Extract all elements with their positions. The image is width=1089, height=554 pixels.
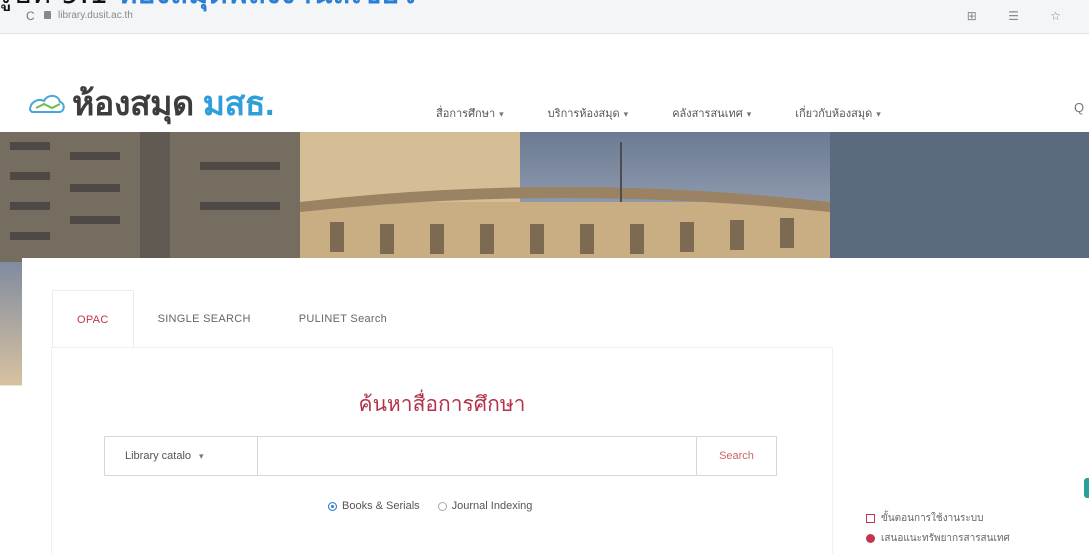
- side-tab-handle[interactable]: [1084, 478, 1089, 498]
- tab-single-search[interactable]: SINGLE SEARCH: [134, 290, 275, 348]
- chevron-down-icon: ▾: [499, 109, 504, 119]
- url-text[interactable]: library.dusit.ac.th: [58, 10, 133, 21]
- main-nav: สื่อการศึกษา ▾ บริการห้องสมุด ▾ คลังสารสนเ…: [436, 104, 925, 122]
- search-icon[interactable]: Q: [1074, 100, 1084, 115]
- building-photo: [0, 132, 1089, 262]
- site-header: ห้องสมุด มสธ. สื่อการศึกษา ▾ บริการห้องสม…: [0, 34, 1089, 132]
- nav-item-repository[interactable]: คลังสารสนเทศ ▾: [672, 104, 751, 122]
- reload-icon[interactable]: C: [26, 9, 35, 23]
- side-links: ขั้นตอนการใช้งานระบบ เสนอแนะทรัพยากรสารส…: [866, 508, 1010, 548]
- search-input[interactable]: [257, 436, 697, 476]
- book-cloud-icon: [28, 94, 65, 113]
- site-logo[interactable]: ห้องสมุด มสธ.: [26, 76, 275, 130]
- panel-title: ค้นหาสื่อการศึกษา: [358, 393, 526, 416]
- search-type-radios: Books & Serials Journal Indexing: [328, 500, 550, 512]
- catalog-select[interactable]: Library catalo ▾: [104, 436, 257, 476]
- nav-item-media[interactable]: สื่อการศึกษา ▾: [436, 104, 504, 122]
- side-link-guide[interactable]: ขั้นตอนการใช้งานระบบ: [866, 508, 1010, 528]
- lock-icon: [44, 11, 51, 19]
- logo-text: ห้องสมุด มสธ.: [72, 85, 275, 123]
- search-row: Library catalo ▾ Search: [104, 436, 777, 476]
- bullet-icon: [866, 533, 875, 543]
- search-tabs: OPAC SINGLE SEARCH PULINET Search: [52, 290, 411, 348]
- chevron-down-icon: ▾: [746, 109, 752, 119]
- nav-item-about[interactable]: เกี่ยวกับห้องสมุด ▾: [795, 104, 881, 122]
- tab-pulinet-search[interactable]: PULINET Search: [275, 290, 411, 348]
- search-button[interactable]: Search: [697, 436, 777, 476]
- chevron-down-icon: ▾: [876, 109, 881, 119]
- figure-caption: รูปที่ 9.1 ห้องสมุดพลังงานสีเขียว: [0, 0, 416, 10]
- document-icon: [866, 513, 875, 523]
- caption-highlight: ห้องสมุดพลังงานสีเขียว: [118, 0, 416, 11]
- browser-toolbar-icons[interactable]: ⊞ ☰ ☆: [967, 9, 1075, 23]
- tab-opac[interactable]: OPAC: [52, 290, 134, 348]
- radio-checked-icon: [328, 501, 337, 511]
- caption-prefix: รูปที่ 9.1: [0, 0, 118, 11]
- opac-panel: ค้นหาสื่อการศึกษา Library catalo ▾ Search…: [52, 348, 832, 554]
- chevron-down-icon: ▾: [623, 109, 629, 119]
- radio-books-serials[interactable]: Books & Serials: [328, 500, 420, 512]
- side-link-suggest[interactable]: เสนอแนะทรัพยากรสารสนเทศ: [866, 528, 1010, 548]
- nav-item-services[interactable]: บริการห้องสมุด ▾: [548, 104, 629, 122]
- radio-unchecked-icon: [437, 501, 447, 511]
- radio-journal-indexing[interactable]: Journal Indexing: [437, 500, 532, 512]
- chevron-down-icon: ▾: [199, 450, 204, 461]
